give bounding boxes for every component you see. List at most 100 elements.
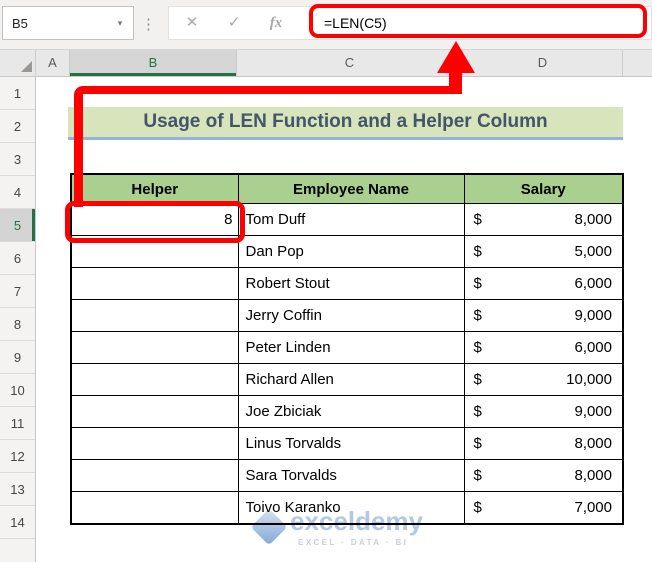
- salary-value: 8,000: [574, 211, 612, 228]
- table-row: Richard Allen $10,000: [70, 363, 624, 396]
- table-row: Jerry Coffin $9,000: [70, 299, 624, 332]
- currency-symbol: $: [473, 371, 482, 388]
- currency-symbol: $: [473, 467, 482, 484]
- formula-input[interactable]: =LEN(C5): [324, 7, 387, 39]
- row-header-10[interactable]: 10: [0, 374, 35, 407]
- table-header-row: Helper Employee Name Salary: [70, 173, 624, 204]
- cell-b12[interactable]: [70, 427, 239, 460]
- cell-c11[interactable]: Joe Zbiciak: [237, 395, 465, 428]
- row-header-6[interactable]: 6: [0, 242, 35, 275]
- insert-function-icon[interactable]: fx: [265, 7, 287, 39]
- row-header-14[interactable]: 14: [0, 506, 35, 539]
- row-header-11[interactable]: 11: [0, 407, 35, 440]
- salary-value: 6,000: [574, 275, 612, 292]
- row-header-8[interactable]: 8: [0, 308, 35, 341]
- formula-bar-strip: B5 ▾ ⋮ ✕ ✓ fx =LEN(C5): [0, 0, 652, 50]
- row-header-1[interactable]: 1: [0, 77, 35, 110]
- cell-b14[interactable]: [70, 491, 239, 525]
- formula-bar[interactable]: ✕ ✓ fx =LEN(C5): [168, 6, 652, 40]
- table-row: Toivo Karanko $7,000: [70, 491, 624, 525]
- currency-symbol: $: [473, 243, 482, 260]
- cell-b7[interactable]: [70, 267, 239, 300]
- row-header-12[interactable]: 12: [0, 440, 35, 473]
- cell-d5[interactable]: $8,000: [463, 203, 624, 236]
- cell-b8[interactable]: [70, 299, 239, 332]
- header-helper[interactable]: Helper: [70, 173, 239, 204]
- cell-d14[interactable]: $7,000: [463, 491, 624, 525]
- formula-bar-handle-icon[interactable]: ⋮: [141, 10, 156, 40]
- cell-c5[interactable]: Tom Duff: [237, 203, 465, 236]
- currency-symbol: $: [473, 435, 482, 452]
- select-all-icon: [21, 61, 32, 72]
- cell-d9[interactable]: $6,000: [463, 331, 624, 364]
- column-headers: A B C D: [0, 50, 652, 77]
- salary-value: 7,000: [574, 499, 612, 516]
- table-row: Sara Torvalds $8,000: [70, 459, 624, 492]
- column-header-c[interactable]: C: [237, 50, 463, 76]
- row-header-13[interactable]: 13: [0, 473, 35, 506]
- row-header-3[interactable]: 3: [0, 143, 35, 176]
- cell-d11[interactable]: $9,000: [463, 395, 624, 428]
- cell-c12[interactable]: Linus Torvalds: [237, 427, 465, 460]
- cell-c7[interactable]: Robert Stout: [237, 267, 465, 300]
- cell-b11[interactable]: [70, 395, 239, 428]
- column-header-d[interactable]: D: [463, 50, 623, 76]
- select-all-button[interactable]: [0, 50, 36, 76]
- table-row: Dan Pop $5,000: [70, 235, 624, 268]
- row-header-4[interactable]: 4: [0, 176, 35, 209]
- cell-d7[interactable]: $6,000: [463, 267, 624, 300]
- cancel-icon[interactable]: ✕: [181, 7, 203, 39]
- name-box-dropdown-icon[interactable]: ▾: [107, 18, 133, 29]
- salary-value: 9,000: [574, 307, 612, 324]
- cell-c9[interactable]: Peter Linden: [237, 331, 465, 364]
- row-header-7[interactable]: 7: [0, 275, 35, 308]
- row-header-9[interactable]: 9: [0, 341, 35, 374]
- column-header-b[interactable]: B: [70, 50, 237, 76]
- currency-symbol: $: [473, 339, 482, 356]
- cell-c6[interactable]: Dan Pop: [237, 235, 465, 268]
- cell-d10[interactable]: $10,000: [463, 363, 624, 396]
- cell-b10[interactable]: [70, 363, 239, 396]
- cell-b6[interactable]: [70, 235, 239, 268]
- table-row: Linus Torvalds $8,000: [70, 427, 624, 460]
- salary-value: 8,000: [574, 467, 612, 484]
- row-headers: 1 2 3 4 5 6 7 8 9 10 11 12 13 14: [0, 77, 36, 562]
- cell-c13[interactable]: Sara Torvalds: [237, 459, 465, 492]
- data-table: Helper Employee Name Salary 8 Tom Duff $…: [70, 173, 624, 525]
- row-header-5[interactable]: 5: [0, 209, 35, 242]
- row-header-2[interactable]: 2: [0, 110, 35, 143]
- currency-symbol: $: [473, 275, 482, 292]
- header-salary[interactable]: Salary: [463, 173, 624, 204]
- column-header-a[interactable]: A: [36, 50, 70, 76]
- salary-value: 8,000: [574, 435, 612, 452]
- column-header-rest: [623, 50, 652, 76]
- table-row: 8 Tom Duff $8,000: [70, 203, 624, 236]
- sheet-title-cell[interactable]: Usage of LEN Function and a Helper Colum…: [68, 107, 623, 140]
- salary-value: 10,000: [566, 371, 612, 388]
- cell-d12[interactable]: $8,000: [463, 427, 624, 460]
- header-employee-name[interactable]: Employee Name: [237, 173, 465, 204]
- cell-b13[interactable]: [70, 459, 239, 492]
- excel-window: B5 ▾ ⋮ ✕ ✓ fx =LEN(C5) A B C D exceldemy…: [0, 0, 652, 562]
- cell-c10[interactable]: Richard Allen: [237, 363, 465, 396]
- enter-icon[interactable]: ✓: [223, 7, 245, 39]
- currency-symbol: $: [473, 211, 482, 228]
- cell-c8[interactable]: Jerry Coffin: [237, 299, 465, 332]
- currency-symbol: $: [473, 499, 482, 516]
- currency-symbol: $: [473, 403, 482, 420]
- cell-d8[interactable]: $9,000: [463, 299, 624, 332]
- watermark-tagline: EXCEL · DATA · BI: [298, 538, 409, 547]
- salary-value: 9,000: [574, 403, 612, 420]
- table-row: Peter Linden $6,000: [70, 331, 624, 364]
- cell-d13[interactable]: $8,000: [463, 459, 624, 492]
- cell-b5[interactable]: 8: [70, 203, 239, 236]
- name-box-value: B5: [12, 15, 28, 31]
- cell-b9[interactable]: [70, 331, 239, 364]
- cell-d6[interactable]: $5,000: [463, 235, 624, 268]
- currency-symbol: $: [473, 307, 482, 324]
- table-row: Joe Zbiciak $9,000: [70, 395, 624, 428]
- salary-value: 6,000: [574, 339, 612, 356]
- table-row: Robert Stout $6,000: [70, 267, 624, 300]
- name-box[interactable]: B5 ▾: [2, 6, 134, 40]
- cell-c14[interactable]: Toivo Karanko: [237, 491, 465, 525]
